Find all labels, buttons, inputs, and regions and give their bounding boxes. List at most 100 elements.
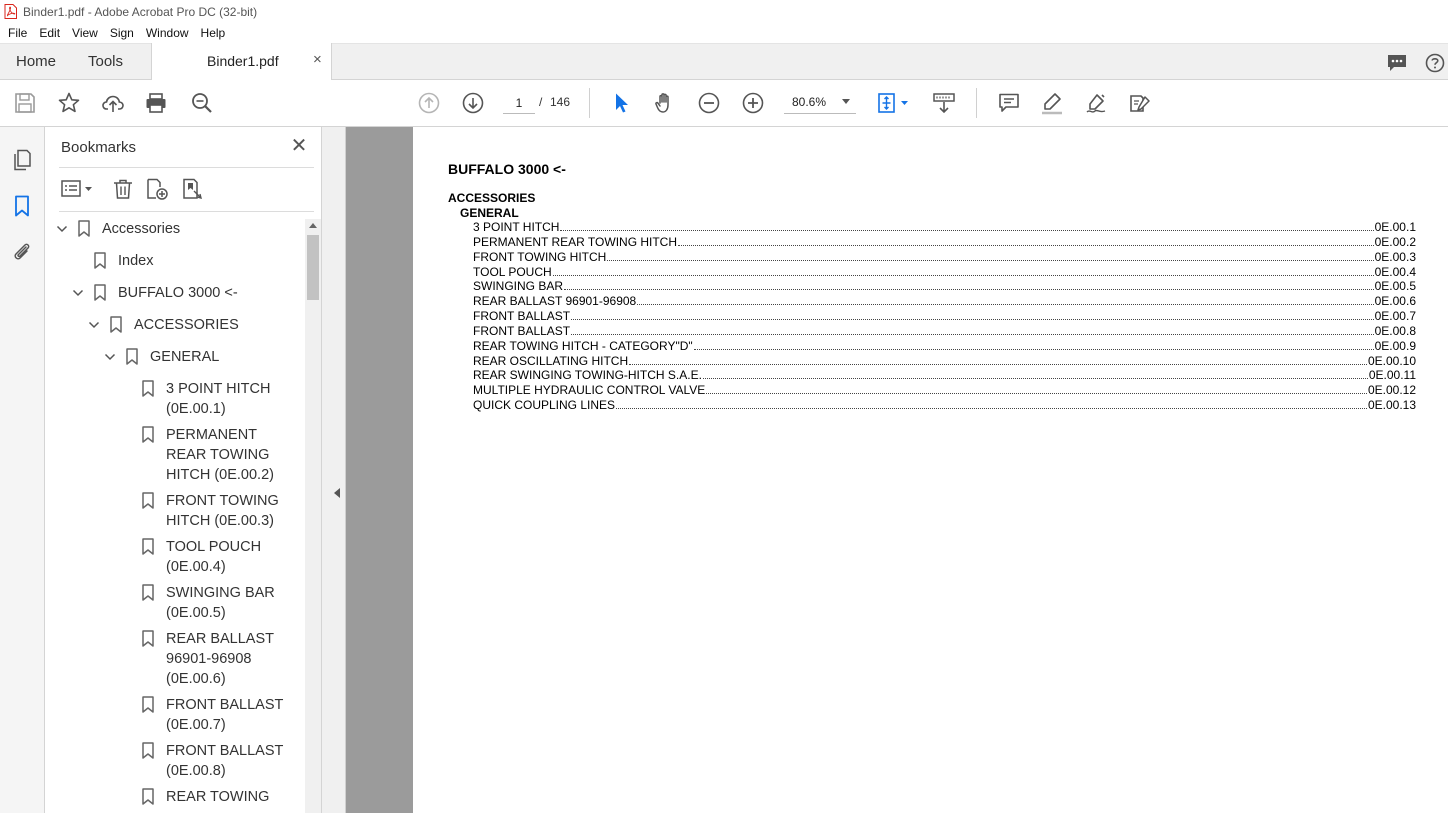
toc-entry-title: MULTIPLE HYDRAULIC CONTROL VALVE [473,383,706,398]
toc-entry-page: 0E.00.13 [1367,398,1416,413]
chevron-down-icon[interactable] [72,287,84,299]
menu-view[interactable]: View [66,23,104,43]
bookmark-icon [142,742,154,759]
toc-entry[interactable]: FRONT TOWING HITCH 0E.00.3 [473,250,1416,265]
scrollbar-thumb[interactable] [307,235,319,300]
toc-leader-dots [616,408,1367,410]
document-viewer[interactable]: BUFFALO 3000 <- ACCESSORIES GENERAL 3 PO… [346,127,1448,813]
toc-entry-title: REAR OSCILLATING HITCH [473,353,629,368]
acrobat-window: Binder1.pdf - Adobe Acrobat Pro DC (32-b… [0,0,1448,813]
toc-entry-title: REAR TOWING HITCH - CATEGORY"D" [473,338,693,353]
toc-entry-page: 0E.00.9 [1374,338,1416,353]
bookmark-icon [78,220,90,237]
delete-bookmark-icon[interactable] [111,177,135,201]
toc-entry[interactable]: REAR OSCILLATING HITCH 0E.00.10 [473,354,1416,369]
bookmark-label: TOOL POUCH (0E.00.4) [166,539,262,575]
new-bookmark-icon[interactable] [145,177,169,201]
select-cursor-icon[interactable] [609,91,633,115]
document-heading: BUFFALO 3000 <- [448,161,566,177]
toc-entry[interactable]: REAR TOWING HITCH - CATEGORY"D" 0E.00.9 [473,339,1416,354]
toc-entry[interactable]: QUICK COUPLING LINES 0E.00.13 [473,398,1416,413]
scroll-mode-icon[interactable] [932,91,956,115]
panel-splitter[interactable] [322,127,346,813]
toc-entry[interactable]: TOOL POUCH 0E.00.4 [473,265,1416,280]
bookmark-from-selection-icon[interactable] [181,177,205,201]
bookmark-item[interactable]: PERMANENT REAR TOWING HITCH (0E.00.2) [142,425,301,485]
cloud-upload-icon[interactable] [101,91,125,115]
bookmark-item[interactable]: GENERAL [104,347,285,367]
bookmark-item[interactable]: REAR TOWING [142,787,301,807]
previous-page-icon[interactable] [417,91,441,115]
chevron-down-icon[interactable] [88,319,100,331]
draw-signature-icon[interactable] [1084,91,1108,115]
bookmark-item[interactable]: 3 POINT HITCH (0E.00.1) [142,379,301,419]
toc-leader-dots [571,319,1374,321]
bookmark-icon [142,584,154,601]
bookmark-label: FRONT TOWING HITCH (0E.00.3) [166,493,279,529]
save-icon[interactable] [13,91,37,115]
bookmark-item[interactable]: FRONT BALLAST (0E.00.7) [142,695,301,735]
toc-entry-page: 0E.00.3 [1374,249,1416,264]
comment-bubble-icon[interactable] [1386,52,1408,74]
close-tab-button[interactable]: × [313,51,322,68]
hand-tool-icon[interactable] [653,91,677,115]
toc-entry[interactable]: 3 POINT HITCH 0E.00.1 [473,220,1416,235]
fill-sign-icon[interactable] [1128,91,1152,115]
toolbar-divider [976,88,977,118]
print-icon[interactable] [144,91,168,115]
bookmark-item[interactable]: REAR BALLAST 96901-96908 (0E.00.6) [142,629,301,689]
highlight-pen-icon[interactable] [1040,91,1064,115]
tab-tools[interactable]: Tools [88,53,123,70]
bookmark-item[interactable]: Accessories [56,219,237,239]
bookmark-label: REAR TOWING [166,789,270,805]
tab-home[interactable]: Home [16,53,56,70]
tab-document[interactable]: Binder1.pdf × [151,43,332,81]
attachments-icon[interactable] [10,240,34,264]
toc-entry[interactable]: MULTIPLE HYDRAULIC CONTROL VALVE 0E.00.12 [473,383,1416,398]
help-icon[interactable] [1424,52,1446,74]
bookmark-item[interactable]: SWINGING BAR (0E.00.5) [142,583,301,623]
next-page-icon[interactable] [461,91,485,115]
toc-entry[interactable]: PERMANENT REAR TOWING HITCH 0E.00.2 [473,235,1416,250]
menu-sign[interactable]: Sign [104,23,140,43]
bookmark-item[interactable]: Index [94,251,253,271]
find-zoom-icon[interactable] [190,91,214,115]
bookmark-item[interactable]: FRONT TOWING HITCH (0E.00.3) [142,491,301,531]
bookmark-label: REAR BALLAST 96901-96908 (0E.00.6) [166,631,274,687]
zoom-level-dropdown[interactable]: 80.6% [784,92,856,114]
bookmark-options-icon[interactable] [60,177,96,201]
bookmarks-scrollbar[interactable] [305,219,321,813]
scroll-up-arrow-icon[interactable] [309,223,317,228]
chevron-down-icon[interactable] [104,351,116,363]
menu-file[interactable]: File [2,23,33,43]
close-panel-button[interactable]: ✕ [289,136,309,156]
page-number-input[interactable] [503,92,535,114]
zoom-out-icon[interactable] [697,91,721,115]
bookmark-icon [110,316,122,333]
add-comment-icon[interactable] [997,91,1021,115]
bookmark-item[interactable]: BUFFALO 3000 <- [72,283,253,303]
page-thumbnails-icon[interactable] [10,148,34,172]
toc-entry-page: 0E.00.4 [1374,264,1416,279]
toc-entry-page: 0E.00.11 [1368,368,1416,383]
menu-help[interactable]: Help [195,23,232,43]
toc-entry[interactable]: FRONT BALLAST 0E.00.8 [473,324,1416,339]
bookmark-item[interactable]: TOOL POUCH (0E.00.4) [142,537,301,577]
toc-entry[interactable]: SWINGING BAR 0E.00.5 [473,279,1416,294]
star-icon[interactable] [57,91,81,115]
chevron-down-icon[interactable] [56,223,68,235]
bookmark-item[interactable]: FRONT BALLAST (0E.00.8) [142,741,301,781]
menu-edit[interactable]: Edit [33,23,66,43]
window-title: Binder1.pdf - Adobe Acrobat Pro DC (32-b… [23,4,258,19]
bookmarks-panel-icon[interactable] [10,194,34,218]
collapse-panel-arrow-icon[interactable] [334,488,340,498]
toc-entry[interactable]: REAR BALLAST 96901-96908 0E.00.6 [473,294,1416,309]
zoom-in-icon[interactable] [741,91,765,115]
bookmark-item[interactable]: ACCESSORIES [88,315,269,335]
menu-window[interactable]: Window [140,23,195,43]
fit-page-icon[interactable] [876,91,912,115]
toc-entry[interactable]: FRONT BALLAST 0E.00.7 [473,309,1416,324]
main-toolbar: / 146 80.6% [0,80,1448,127]
toc-entry[interactable]: REAR SWINGING TOWING-HITCH S.A.E. 0E.00.1… [473,368,1416,383]
toc-entry-page: 0E.00.10 [1367,353,1416,368]
